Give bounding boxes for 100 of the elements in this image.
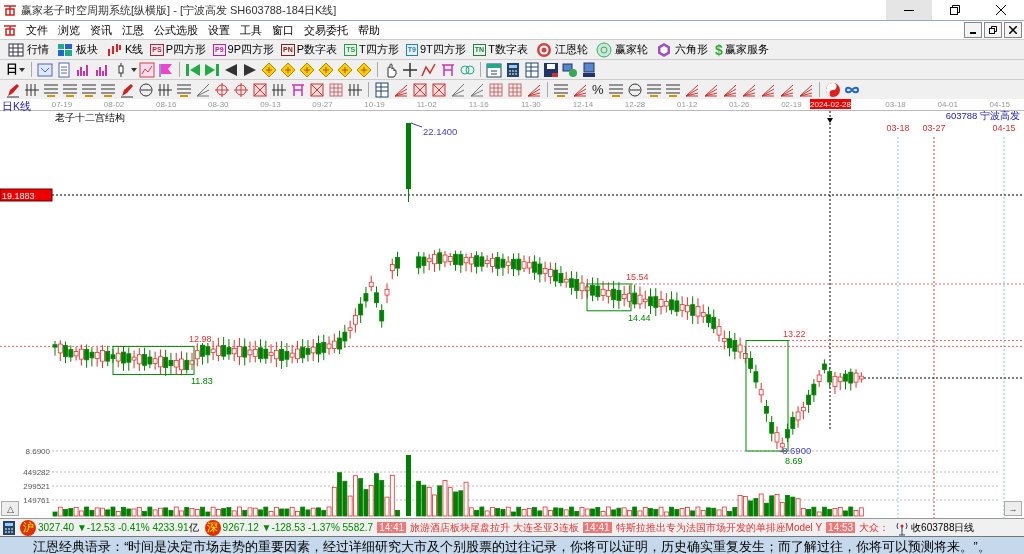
circle-icon[interactable] <box>626 81 643 98</box>
diamond-icon[interactable] <box>318 61 334 78</box>
menu-item[interactable]: 帮助 <box>353 22 385 38</box>
computer-icon[interactable] <box>581 61 597 78</box>
gate-icon[interactable] <box>440 61 456 78</box>
chart-window-icon[interactable] <box>37 61 53 78</box>
toolbar-button[interactable]: 行情 <box>4 41 52 58</box>
circle-icon[interactable] <box>138 81 154 98</box>
network-icon[interactable] <box>562 61 578 78</box>
menu-item[interactable]: 交易委托 <box>299 22 353 38</box>
news-headline[interactable]: 特斯拉推出专为法国市场开发的单排座Model Y <box>615 520 823 535</box>
date-axis-label: 08-30 <box>208 100 229 109</box>
grid-lines-icon[interactable] <box>347 81 363 98</box>
lines-icon[interactable] <box>62 81 78 98</box>
caret-icon[interactable] <box>131 67 137 72</box>
lines-icon[interactable] <box>100 81 116 98</box>
range-low-label: 14.44 <box>628 312 651 323</box>
menu-item[interactable]: 工具 <box>235 22 267 38</box>
grid-lines-icon[interactable] <box>271 81 287 98</box>
diamond-icon[interactable] <box>356 61 372 78</box>
news-time: 14:41 <box>377 522 407 533</box>
news-headline[interactable]: 旅游酒店板块尾盘拉升 大连圣亚3连板 <box>410 520 579 535</box>
lines-icon[interactable] <box>81 81 97 98</box>
menu-item[interactable]: 江恩 <box>117 22 149 38</box>
toolbar-button[interactable]: 六角形 <box>651 41 711 58</box>
tiles-icon <box>57 41 73 58</box>
gate-icon[interactable] <box>290 81 306 98</box>
skip-back-icon[interactable] <box>185 61 201 78</box>
save-icon[interactable] <box>543 61 559 78</box>
date-axis-label: 04-01 <box>937 100 958 109</box>
angle-icon[interactable] <box>195 81 211 98</box>
axis-label: 299521 <box>23 482 50 491</box>
close-icon <box>996 5 1006 15</box>
calculator-icon[interactable] <box>1 519 17 536</box>
crossed-box-icon[interactable] <box>412 81 428 98</box>
lines-icon[interactable] <box>607 81 624 98</box>
date-axis-label: 07-19 <box>51 100 73 109</box>
range-high-label: 13.22 <box>783 328 806 339</box>
circle-icon <box>595 41 612 58</box>
period-dropdown[interactable]: 日 <box>4 61 27 78</box>
menu-item[interactable]: 浏览 <box>53 22 85 38</box>
menu-item[interactable]: 设置 <box>203 22 235 38</box>
toolbar-button[interactable]: 赢家轮 <box>591 41 651 58</box>
pen-icon[interactable] <box>5 81 21 98</box>
toolbar-button[interactable]: 板块 <box>53 41 101 58</box>
toolbar-button[interactable]: $赢家服务 <box>711 41 772 58</box>
crosshair-icon[interactable] <box>402 61 418 78</box>
restore-icon <box>950 5 960 15</box>
minimize-button[interactable] <box>964 22 982 38</box>
zigzag-icon[interactable] <box>421 61 437 78</box>
angle-icon[interactable] <box>469 81 485 98</box>
crossed-box-icon[interactable] <box>309 81 325 98</box>
collapse-button[interactable]: △ <box>1 501 19 516</box>
lines-icon[interactable] <box>43 81 59 98</box>
forecast-date-label: 03-18 <box>886 123 910 133</box>
menu-item[interactable]: 窗口 <box>267 22 299 38</box>
menu-item[interactable]: 公式选股 <box>149 22 203 38</box>
crossed-box-icon[interactable] <box>252 81 268 98</box>
diamond-icon[interactable] <box>337 61 353 78</box>
crossed-box-icon[interactable] <box>431 81 447 98</box>
lines-icon[interactable] <box>176 81 192 98</box>
table-icon[interactable] <box>374 81 390 98</box>
forecast-date-label: 03-27 <box>922 123 946 133</box>
scroll-button[interactable]: → <box>1004 501 1022 516</box>
left-arrow-icon[interactable] <box>223 61 239 78</box>
date-axis-label: 11-02 <box>416 100 437 109</box>
period-label: 日K线 <box>2 99 31 112</box>
angle-icon[interactable] <box>450 81 466 98</box>
table-icon <box>8 41 24 58</box>
quote-text: 江恩经典语录：“时间是决定市场走势的重要因素，经过详细研究大市及个别股票的过往记录，你将可以证明，历史确实重复发生；而了解过往，你将可以预测将来。”。 <box>33 539 991 554</box>
date-axis-label: 09-27 <box>312 100 333 109</box>
restore-button[interactable] <box>984 22 1002 38</box>
menu-item[interactable]: 文件 <box>21 22 53 38</box>
date-axis-label: 01-12 <box>676 100 698 109</box>
toolbar-button[interactable]: K线 <box>102 41 147 58</box>
toolbar-button[interactable]: 江恩轮 <box>531 41 591 58</box>
news-headline[interactable]: 大众： <box>859 520 890 535</box>
price-tag: 19.1883 <box>0 188 53 202</box>
grid-icon[interactable] <box>328 81 344 98</box>
menu-item[interactable]: 资讯 <box>85 22 117 38</box>
flag-icon[interactable] <box>158 61 174 78</box>
diamond-icon[interactable] <box>299 61 315 78</box>
range-high-label: 15.54 <box>626 271 649 282</box>
yin-yang-icon[interactable] <box>824 81 841 98</box>
calculator-icon[interactable] <box>505 61 521 78</box>
current-date-label: 2024-02-28 <box>810 99 851 109</box>
high-price-label: 22.1400 <box>423 126 458 137</box>
lines-icon[interactable] <box>645 81 662 98</box>
close-button[interactable] <box>1004 22 1022 38</box>
right-arrow-icon[interactable] <box>242 61 258 78</box>
range-low-label: 8.69 <box>785 456 803 466</box>
grid-lines-icon[interactable] <box>157 81 173 98</box>
grid-lines-icon[interactable] <box>24 81 40 98</box>
document-icon[interactable] <box>56 61 72 78</box>
diamond-icon[interactable] <box>280 61 296 78</box>
table-icon[interactable] <box>524 61 540 78</box>
percent-tool[interactable]: % <box>590 82 606 97</box>
hexagon-icon <box>655 41 672 58</box>
lines-icon[interactable] <box>664 81 681 98</box>
pen-icon[interactable] <box>119 81 135 98</box>
